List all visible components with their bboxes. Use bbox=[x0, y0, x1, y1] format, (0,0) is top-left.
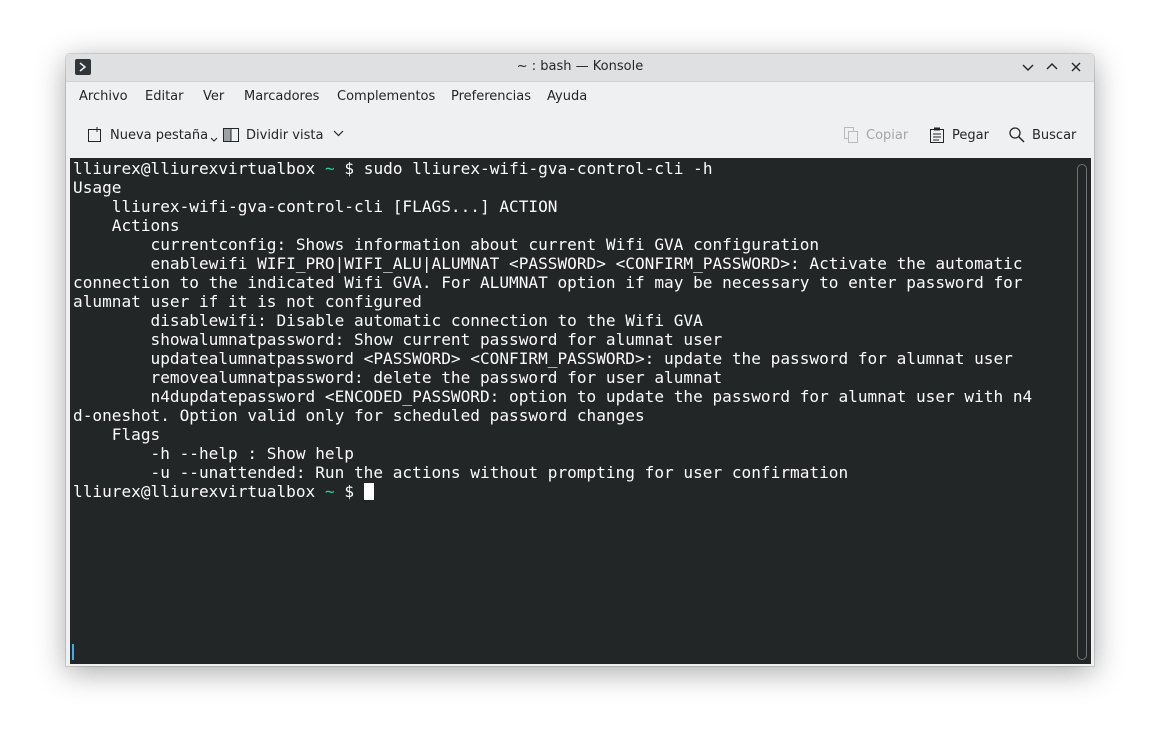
prompt-user: lliurex@lliurexvirtualbox bbox=[73, 482, 316, 501]
output-line: alumnat user if it is not configured bbox=[73, 292, 422, 311]
split-view-button[interactable]: Dividir vista bbox=[222, 124, 344, 146]
copy-button[interactable]: Copiar bbox=[842, 124, 908, 146]
chevron-down-icon[interactable] bbox=[333, 128, 344, 143]
terminal-view[interactable]: lliurex@lliurexvirtualbox ~ $ sudo lliur… bbox=[70, 158, 1091, 664]
close-icon[interactable] bbox=[1068, 59, 1084, 75]
output-line: connection to the indicated Wifi GVA. Fo… bbox=[73, 273, 1023, 292]
minimize-icon[interactable] bbox=[1020, 59, 1036, 75]
title-bar[interactable]: ~ : bash — Konsole bbox=[66, 54, 1094, 82]
split-view-label: Dividir vista bbox=[246, 127, 324, 143]
command-text: sudo lliurex-wifi-gva-control-cli -h bbox=[363, 159, 713, 178]
chevron-down-icon[interactable] bbox=[210, 133, 218, 148]
terminal-output[interactable]: lliurex@lliurexvirtualbox ~ $ sudo lliur… bbox=[73, 159, 1032, 501]
konsole-window: ~ : bash — Konsole Archivo Editar Ver Ma… bbox=[66, 54, 1094, 666]
copy-label: Copiar bbox=[866, 127, 909, 143]
output-line: updatealumnatpassword <PASSWORD> <CONFIR… bbox=[73, 349, 1013, 368]
output-line: -u --unattended: Run the actions without… bbox=[73, 463, 849, 482]
menu-preferencias[interactable]: Preferencias bbox=[451, 89, 531, 104]
menu-archivo[interactable]: Archivo bbox=[79, 89, 128, 104]
menu-bar: Archivo Editar Ver Marcadores Complement… bbox=[66, 82, 1094, 112]
maximize-icon[interactable] bbox=[1044, 59, 1060, 75]
new-tab-button[interactable]: Nueva pestaña bbox=[86, 124, 218, 146]
new-tab-icon bbox=[86, 126, 104, 144]
output-line: disablewifi: Disable automatic connectio… bbox=[73, 311, 703, 330]
prompt-dir: ~ bbox=[324, 159, 335, 178]
output-line: Usage bbox=[73, 178, 122, 197]
menu-ayuda[interactable]: Ayuda bbox=[547, 89, 587, 104]
output-line: removealumnatpassword: delete the passwo… bbox=[73, 368, 723, 387]
output-line: Flags bbox=[73, 425, 161, 444]
prompt-symbol: $ bbox=[344, 159, 355, 178]
paste-button[interactable]: Pegar bbox=[928, 124, 989, 146]
output-line: -h --help : Show help bbox=[73, 444, 355, 463]
find-label: Buscar bbox=[1032, 127, 1077, 143]
output-line: showalumnatpassword: Show current passwo… bbox=[73, 330, 723, 349]
output-line: Actions bbox=[73, 216, 180, 235]
paste-label: Pegar bbox=[952, 127, 989, 143]
new-tab-label: Nueva pestaña bbox=[110, 127, 209, 143]
focus-indicator bbox=[72, 644, 74, 660]
output-line: enablewifi WIFI_PRO|WIFI_ALU|ALUMNAT <PA… bbox=[73, 254, 1023, 273]
menu-ver[interactable]: Ver bbox=[203, 89, 224, 104]
toolbar: Nueva pestaña Dividir vista Copiar Pegar… bbox=[66, 116, 1094, 154]
menu-marcadores[interactable]: Marcadores bbox=[244, 89, 319, 104]
scrollbar[interactable] bbox=[1077, 164, 1087, 660]
text-cursor bbox=[363, 483, 374, 500]
menu-editar[interactable]: Editar bbox=[145, 89, 184, 104]
output-line: lliurex-wifi-gva-control-cli [FLAGS...] … bbox=[73, 197, 558, 216]
copy-icon bbox=[842, 126, 860, 144]
prompt-user: lliurex@lliurexvirtualbox bbox=[73, 159, 316, 178]
window-title: ~ : bash — Konsole bbox=[516, 59, 644, 74]
output-line: currentconfig: Shows information about c… bbox=[73, 235, 820, 254]
menu-complementos[interactable]: Complementos bbox=[337, 89, 435, 104]
paste-icon bbox=[928, 126, 946, 144]
search-icon bbox=[1008, 126, 1026, 144]
prompt-dir: ~ bbox=[324, 482, 335, 501]
output-line: n4dupdatepassword <ENCODED_PASSWORD: opt… bbox=[73, 387, 1033, 406]
prompt-symbol: $ bbox=[344, 482, 355, 501]
split-view-icon bbox=[222, 126, 240, 144]
find-button[interactable]: Buscar bbox=[1008, 124, 1076, 146]
output-line: d-oneshot. Option valid only for schedul… bbox=[73, 406, 645, 425]
